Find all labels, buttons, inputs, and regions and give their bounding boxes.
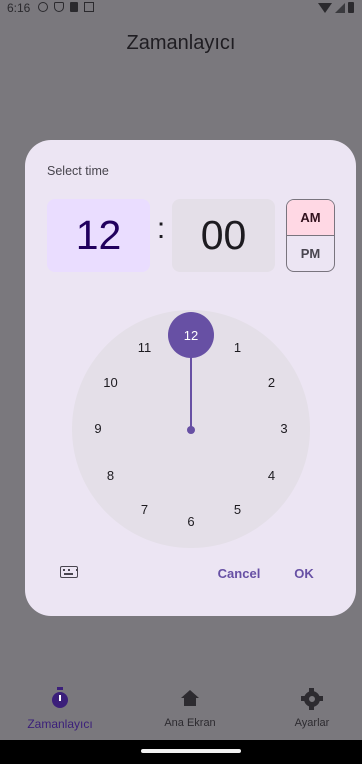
clock-number-8[interactable]: 8 xyxy=(95,466,125,486)
clock-number-1[interactable]: 1 xyxy=(223,338,253,358)
clock-number-3[interactable]: 3 xyxy=(269,419,299,439)
ok-button[interactable]: OK xyxy=(286,559,322,587)
nav-item-ana-ekran[interactable]: Ana Ekran xyxy=(130,678,250,740)
am-button[interactable]: AM xyxy=(287,200,334,236)
time-picker-dialog: Select time 12 : 00 AM PM 12 1 2 3 4 5 6 7 8 9 10 1… xyxy=(25,140,356,616)
clock-number-10[interactable]: 10 xyxy=(95,373,125,393)
clock-number-6[interactable]: 6 xyxy=(176,512,206,532)
clock-number-5[interactable]: 5 xyxy=(223,500,253,520)
nav-label: Ana Ekran xyxy=(164,717,216,729)
clock-number-9[interactable]: 9 xyxy=(83,419,113,439)
gesture-handle[interactable] xyxy=(141,749,241,753)
dialog-label: Select time xyxy=(47,164,109,178)
keyboard-icon[interactable] xyxy=(60,566,78,578)
nav-label: Zamanlayıcı xyxy=(27,717,93,731)
nav-item-zamanlayici[interactable]: Zamanlayıcı xyxy=(0,678,120,740)
clock-center-dot xyxy=(187,426,195,434)
clock-dial[interactable]: 12 1 2 3 4 5 6 7 8 9 10 11 xyxy=(72,310,310,548)
nav-item-ayarlar[interactable]: Ayarlar xyxy=(252,678,362,740)
wifi-icon xyxy=(318,2,332,13)
gear-icon xyxy=(301,688,323,710)
app-screen: 6:16 Zamanlayıcı Select time 12 : 00 AM … xyxy=(0,0,362,740)
nav-label: Ayarlar xyxy=(294,717,330,729)
minute-selector[interactable]: 00 xyxy=(172,199,275,272)
hour-selector[interactable]: 12 xyxy=(47,199,150,272)
stopwatch-icon xyxy=(52,687,68,708)
shield-icon xyxy=(54,2,64,12)
pm-button[interactable]: PM xyxy=(287,236,334,271)
status-icons-left xyxy=(38,2,94,12)
clock-number-11[interactable]: 11 xyxy=(130,338,160,358)
info-circle-icon xyxy=(38,2,48,12)
signal-icon xyxy=(335,2,345,13)
app-title: Zamanlayıcı xyxy=(126,32,236,54)
bottom-navigation: Zamanlayıcı Ana Ekran Ayarlar xyxy=(0,678,362,740)
sim-card-icon xyxy=(70,2,78,12)
home-icon xyxy=(181,690,199,708)
time-separator: : xyxy=(156,211,166,245)
cancel-button[interactable]: Cancel xyxy=(208,559,270,587)
status-bar: 6:16 xyxy=(0,0,362,18)
clock-number-4[interactable]: 4 xyxy=(257,466,287,486)
notification-icon xyxy=(84,2,94,12)
status-time: 6:16 xyxy=(7,1,31,15)
clock-number-2[interactable]: 2 xyxy=(257,373,287,393)
status-icons-right xyxy=(318,2,354,13)
clock-number-12[interactable]: 12 xyxy=(176,326,206,346)
battery-icon xyxy=(348,2,354,13)
gesture-area xyxy=(0,740,362,764)
clock-number-7[interactable]: 7 xyxy=(130,500,160,520)
period-selector: AM PM xyxy=(286,199,335,272)
